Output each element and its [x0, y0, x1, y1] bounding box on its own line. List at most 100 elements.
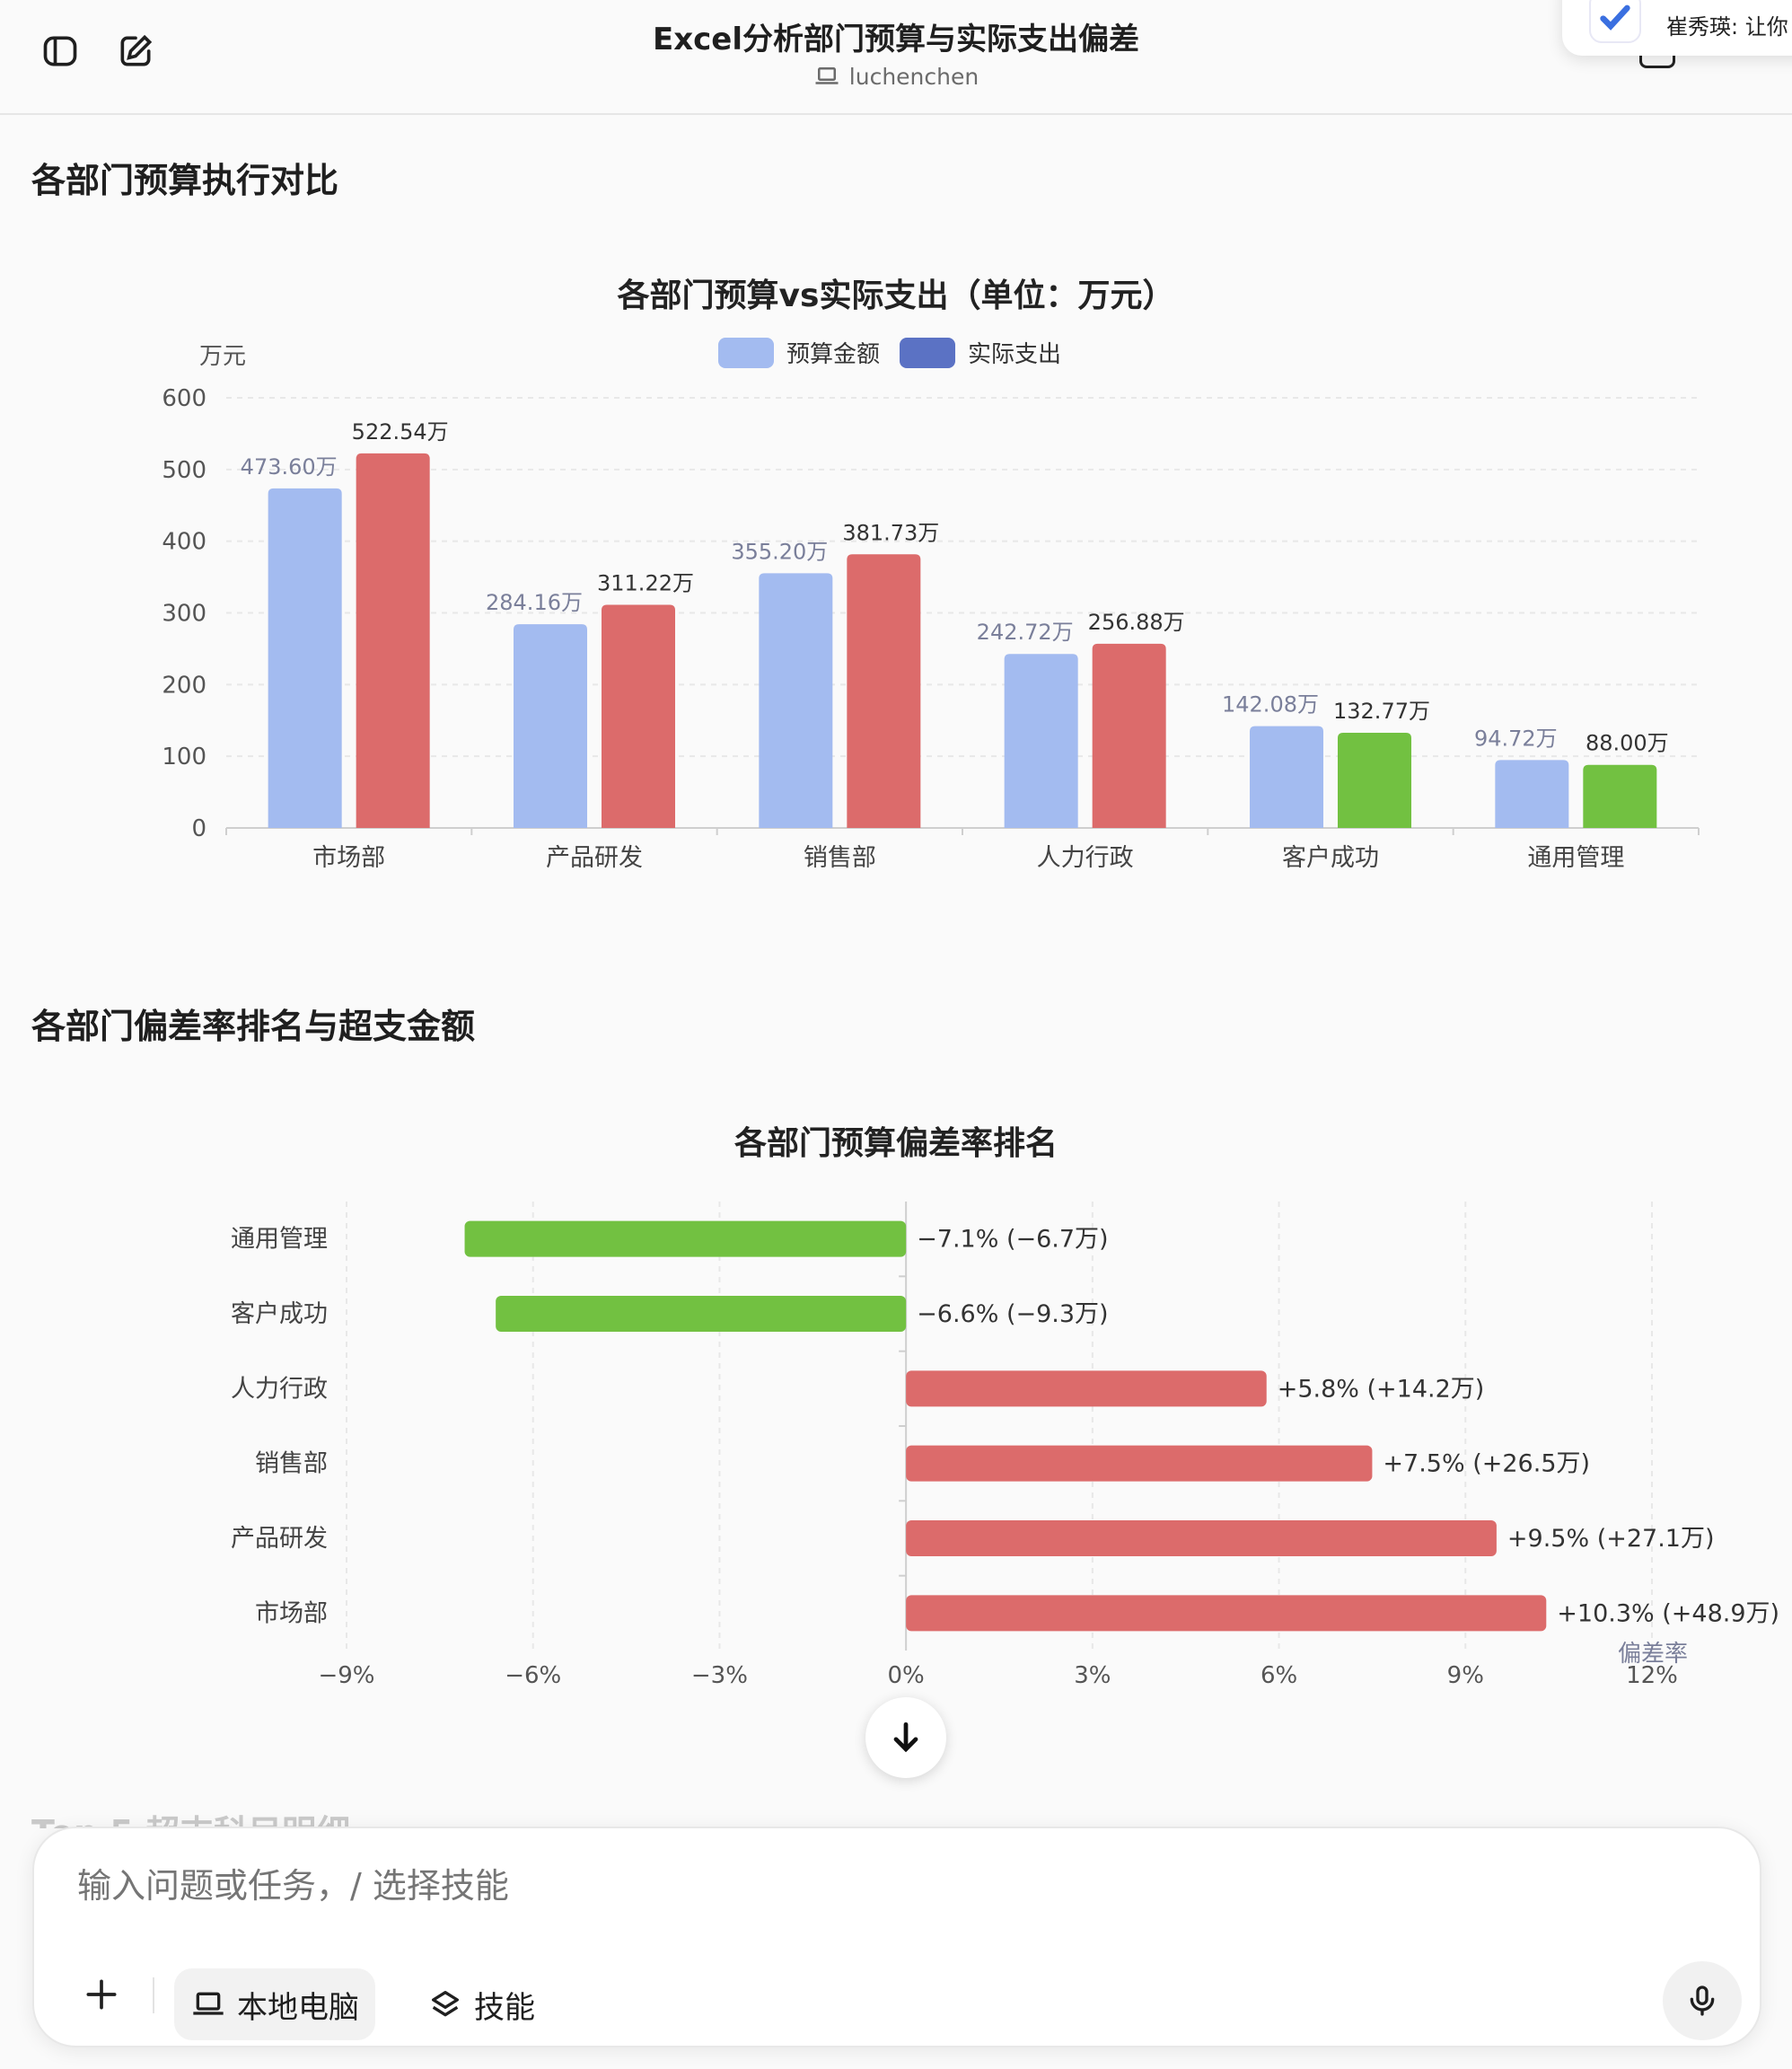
notification-text: 崔秀瑛: 让你 — [1666, 14, 1788, 40]
deviation-bar — [496, 1296, 907, 1332]
chart1-y-unit: 万元 — [199, 343, 247, 370]
deviation-value-label: +9.5% (+27.1万) — [1507, 1525, 1715, 1553]
deviation-bar — [906, 1520, 1497, 1556]
x-category-label: 通用管理 — [1527, 844, 1624, 872]
y-category-label: 客户成功 — [231, 1300, 328, 1328]
x-tick-label: −9% — [318, 1662, 374, 1689]
x-tick-label: 3% — [1074, 1662, 1111, 1689]
skills-label: 技能 — [474, 1989, 535, 2026]
actual-bar — [602, 604, 675, 828]
budget-value-label: 355.20万 — [731, 539, 828, 564]
actual-bar — [1092, 643, 1166, 828]
page-title: Excel分析部门预算与实际支出偏差 — [652, 22, 1140, 57]
budget-bar — [1495, 760, 1569, 828]
y-tick-label: 600 — [162, 385, 206, 412]
actual-bar — [847, 554, 921, 828]
budget-vs-actual-chart: 0 100 200 300 400 500 600 市场部 473.60万 522.54万产品研发… — [162, 385, 1700, 872]
actual-value-label: 381.73万 — [842, 520, 939, 545]
y-tick-label: 100 — [162, 744, 206, 770]
x-category-label: 产品研发 — [546, 844, 643, 872]
y-category-label: 市场部 — [255, 1599, 328, 1627]
x-tick-label: 6% — [1261, 1662, 1297, 1689]
budget-bar — [1250, 726, 1323, 828]
x-category-label: 市场部 — [312, 844, 385, 872]
laptop-icon — [815, 67, 839, 84]
actual-bar — [1338, 733, 1411, 828]
section-title-budget-comparison: 各部门预算执行对比 — [31, 161, 339, 200]
laptop-icon — [193, 1992, 224, 2015]
actual-bar — [1583, 764, 1657, 828]
deviation-bar — [464, 1220, 907, 1257]
budget-bar — [268, 488, 342, 828]
y-tick-label: 300 — [162, 601, 206, 628]
chart2-title: 各部门预算偏差率排名 — [733, 1125, 1058, 1162]
actual-value-label: 88.00万 — [1586, 731, 1669, 756]
y-tick-label: 400 — [162, 529, 206, 556]
legend-swatch-budget — [718, 337, 774, 368]
actual-value-label: 311.22万 — [597, 571, 694, 596]
budget-value-label: 242.72万 — [977, 620, 1074, 645]
prompt-input[interactable] — [77, 1866, 1603, 1906]
deviation-value-label: +7.5% (+26.5万) — [1383, 1450, 1590, 1478]
y-tick-label: 0 — [191, 815, 206, 842]
deviation-value-label: −7.1% (−6.7万) — [917, 1226, 1108, 1254]
x-tick-label: 9% — [1447, 1662, 1484, 1689]
deviation-ranking-chart: −9% −6% −3% 0% 3% 6% 9% 12%通用管理 −7.1% (−6.7万)客户成… — [231, 1202, 1779, 1689]
workspace-name: luchenchen — [848, 63, 979, 90]
legend-swatch-actual — [900, 337, 956, 368]
legend-label-actual: 实际支出 — [968, 341, 1062, 368]
chat-composer: 本地电脑 技能 — [32, 1827, 1761, 2047]
legend-label-budget: 预算金额 — [786, 341, 881, 368]
x-category-label: 人力行政 — [1037, 844, 1134, 872]
x-tick-label: −3% — [691, 1662, 748, 1689]
x-axis-title: 偏差率 — [1618, 1641, 1688, 1668]
y-tick-label: 500 — [162, 457, 206, 484]
budget-bar — [759, 573, 833, 828]
y-category-label: 产品研发 — [231, 1525, 328, 1553]
deviation-bar — [906, 1595, 1547, 1632]
budget-value-label: 284.16万 — [486, 590, 583, 615]
x-tick-label: −6% — [505, 1662, 561, 1689]
add-attachment-button[interactable] — [70, 1963, 133, 2026]
app-logo-icon — [1589, 0, 1641, 43]
section-title-deviation-ranking: 各部门偏差率排名与超支金额 — [31, 1007, 476, 1046]
actual-value-label: 256.88万 — [1088, 610, 1185, 635]
legend-item-budget[interactable]: 预算金额 — [718, 336, 880, 369]
y-category-label: 销售部 — [255, 1450, 328, 1478]
budget-bar — [514, 624, 587, 828]
composer-divider — [153, 1977, 154, 2013]
section-title-top5: Top 5 超支科目明细 — [31, 1805, 350, 1828]
deviation-value-label: −6.6% (−9.3万) — [917, 1300, 1108, 1328]
actual-value-label: 522.54万 — [352, 419, 449, 445]
budget-value-label: 473.60万 — [241, 454, 338, 480]
microphone-icon — [1690, 1985, 1715, 2016]
legend-item-actual[interactable]: 实际支出 — [900, 336, 1061, 369]
local-computer-button[interactable]: 本地电脑 — [174, 1968, 375, 2040]
actual-bar — [356, 453, 430, 828]
y-tick-label: 200 — [162, 672, 206, 699]
skills-button[interactable]: 技能 — [411, 1968, 551, 2040]
actual-value-label: 132.77万 — [1333, 699, 1430, 724]
scroll-down-button[interactable] — [865, 1697, 946, 1778]
layers-icon — [432, 1991, 459, 2017]
voice-input-button[interactable] — [1663, 1961, 1742, 2040]
chart1-legend: 预算金额 实际支出 — [718, 336, 1061, 369]
local-computer-label: 本地电脑 — [237, 1989, 359, 2026]
y-category-label: 通用管理 — [231, 1226, 328, 1254]
arrow-down-icon — [893, 1721, 918, 1753]
budget-value-label: 142.08万 — [1222, 692, 1319, 718]
notification-toast[interactable]: 崔秀瑛: 让你 — [1562, 0, 1792, 56]
deviation-bar — [906, 1370, 1267, 1407]
budget-bar — [1004, 654, 1078, 828]
deviation-value-label: +5.8% (+14.2万) — [1278, 1375, 1485, 1403]
deviation-bar — [906, 1445, 1373, 1482]
y-category-label: 人力行政 — [231, 1375, 328, 1403]
budget-value-label: 94.72万 — [1474, 726, 1558, 751]
top-header: Excel分析部门预算与实际支出偏差 luchenchen — [0, 0, 1792, 115]
chart1-title: 各部门预算vs实际支出（单位：万元） — [617, 277, 1175, 314]
workspace-subtitle: luchenchen — [0, 63, 1792, 90]
deviation-value-label: +10.3% (+48.9万) — [1557, 1599, 1779, 1627]
plus-icon — [86, 1979, 117, 2010]
x-category-label: 客户成功 — [1282, 844, 1379, 872]
x-tick-label: 0% — [888, 1662, 925, 1689]
